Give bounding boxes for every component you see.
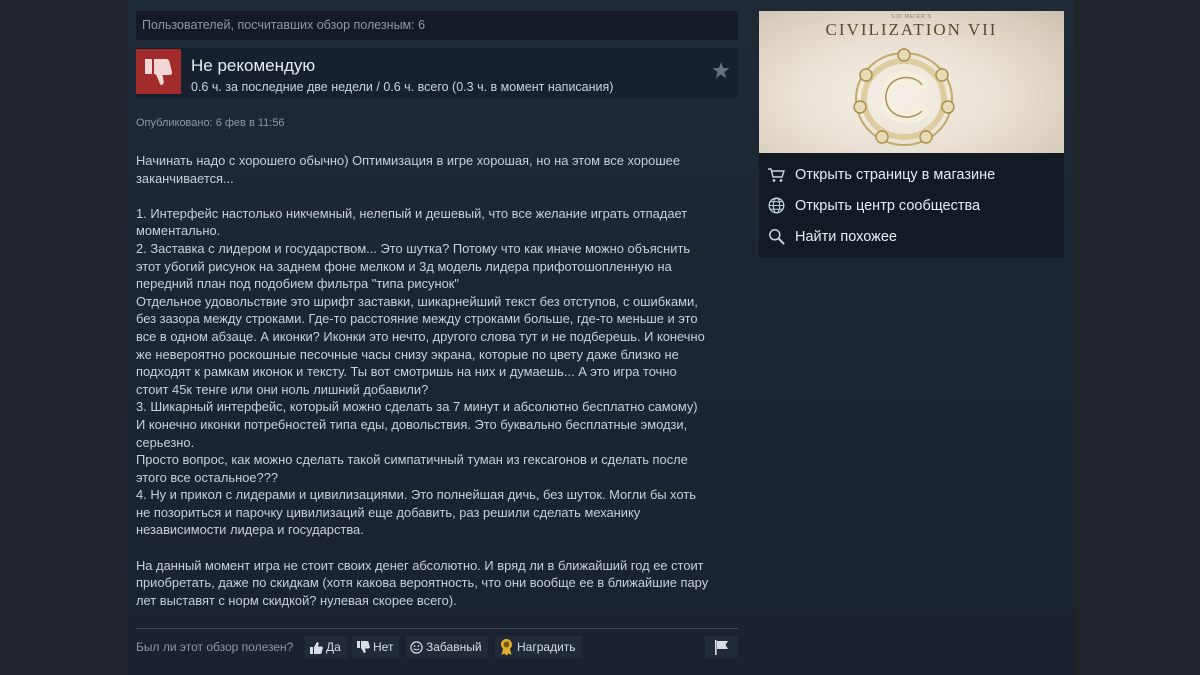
review-paragraph: На данный момент игра не стоит своих ден… — [136, 557, 709, 608]
game-card: SID MEIER'S CIVILIZATION VII Открыть стр… — [759, 11, 1064, 258]
smiley-icon — [410, 640, 423, 654]
footer-divider — [136, 628, 738, 629]
review-paragraph: 1. Интерфейс настолько никчемный, нелепы… — [136, 205, 705, 538]
award-button[interactable]: Наградить — [495, 636, 582, 658]
community-hub-label: Открыть центр сообщества — [795, 197, 981, 214]
helpful-question: Был ли этот обзор полезен? — [136, 640, 294, 654]
page-background-left — [0, 0, 127, 675]
vote-yes-button[interactable]: Да — [305, 636, 347, 658]
award-label: Наградить — [517, 640, 576, 654]
game-title: CIVILIZATION VII — [825, 20, 998, 39]
flag-icon — [715, 640, 728, 655]
review-verdict: Не рекомендую — [191, 56, 316, 75]
review-footer: Был ли этот обзор полезен? Да Нет Забавн… — [136, 636, 738, 658]
game-capsule-image[interactable]: SID MEIER'S CIVILIZATION VII — [759, 11, 1064, 153]
review-header: Не рекомендую 0.6 ч. за последние две не… — [136, 48, 738, 98]
thumbs-up-icon — [310, 641, 323, 654]
vote-no-button[interactable]: Нет — [352, 636, 400, 658]
review-paragraph: Начинать надо с хорошего обычно) Оптимиз… — [136, 153, 680, 186]
helpful-count-bar: Пользователей, посчитавших обзор полезны… — [136, 11, 738, 40]
review-body: Начинать надо с хорошего обычно) Оптимиз… — [136, 152, 740, 609]
community-hub-link[interactable]: Открыть центр сообщества — [759, 190, 1064, 221]
thumbs-down-icon — [357, 640, 370, 653]
globe-icon — [768, 197, 784, 214]
find-similar-link[interactable]: Найти похожее — [759, 221, 1064, 252]
page-background-right — [1074, 0, 1200, 675]
vote-no-label: Нет — [373, 640, 394, 654]
search-icon — [768, 229, 784, 245]
civilization-emblem-icon — [853, 48, 955, 146]
store-page-label: Открыть страницу в магазине — [795, 166, 996, 183]
vote-funny-label: Забавный — [426, 640, 482, 654]
thumbs-down-icon — [145, 59, 173, 85]
cart-icon — [768, 167, 785, 182]
posted-date: Опубликовано: 6 фев в 11:56 — [136, 117, 285, 129]
store-page-link[interactable]: Открыть страницу в магазине — [759, 159, 1064, 190]
report-button[interactable] — [705, 636, 738, 658]
playtime-hours: 0.6 ч. за последние две недели / 0.6 ч. … — [191, 80, 614, 94]
vote-yes-label: Да — [326, 640, 341, 654]
thumbs-down-badge — [136, 49, 181, 94]
star-icon[interactable] — [712, 62, 730, 79]
award-icon — [501, 639, 512, 656]
find-similar-label: Найти похожее — [795, 228, 897, 245]
vote-funny-button[interactable]: Забавный — [406, 636, 488, 658]
